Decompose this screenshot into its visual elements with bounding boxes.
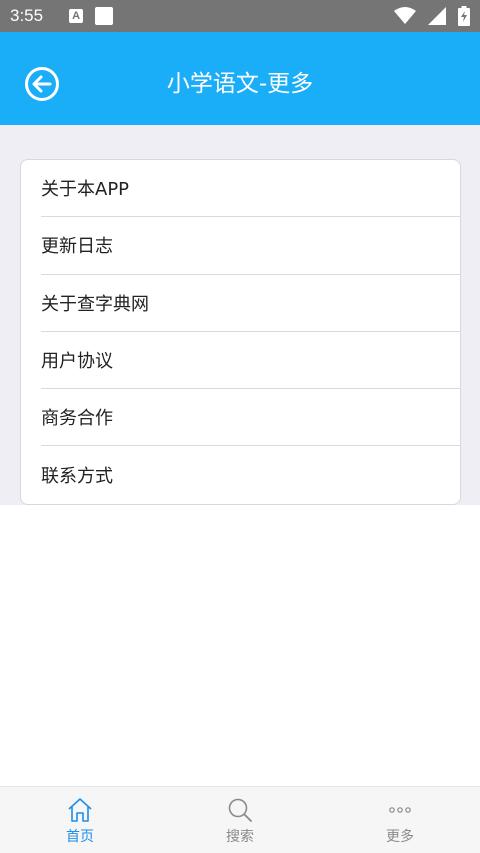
menu-item-contact[interactable]: 联系方式 xyxy=(41,446,460,503)
tab-home[interactable]: 首页 xyxy=(0,787,160,853)
menu-card: 关于本APP 更新日志 关于查字典网 用户协议 商务合作 联系方式 xyxy=(20,159,461,505)
notification-a-icon: A xyxy=(69,9,84,23)
menu-item-label: 联系方式 xyxy=(41,466,113,488)
menu-item-changelog[interactable]: 更新日志 xyxy=(41,217,460,275)
more-icon xyxy=(389,807,411,813)
tab-home-label: 首页 xyxy=(66,829,94,845)
menu-item-business[interactable]: 商务合作 xyxy=(41,389,460,447)
app-bar: 小学语文-更多 xyxy=(0,32,480,125)
search-icon xyxy=(228,798,252,822)
home-icon xyxy=(68,798,92,822)
tab-search[interactable]: 搜索 xyxy=(160,787,320,853)
menu-item-label: 用户协议 xyxy=(41,351,113,373)
wifi-icon xyxy=(394,7,416,24)
menu-item-about-site[interactable]: 关于查字典网 xyxy=(41,275,460,332)
bottom-tab-bar: 首页 搜索 更多 xyxy=(0,786,480,853)
tab-more[interactable]: 更多 xyxy=(320,787,480,853)
menu-item-user-agreement[interactable]: 用户协议 xyxy=(41,332,460,390)
battery-icon xyxy=(458,6,470,26)
menu-item-about-app[interactable]: 关于本APP xyxy=(41,160,460,218)
status-time: 3:55 xyxy=(10,6,44,25)
menu-item-label: 更新日志 xyxy=(41,236,113,258)
status-bar: 3:55 A xyxy=(0,0,480,32)
status-icons xyxy=(394,6,470,26)
menu-item-label: 关于本APP xyxy=(41,179,130,201)
signal-icon xyxy=(428,7,446,25)
menu-item-label: 关于查字典网 xyxy=(41,293,149,315)
tab-search-label: 搜索 xyxy=(226,829,254,845)
menu-item-label: 商务合作 xyxy=(41,408,113,430)
notification-square-icon xyxy=(95,7,114,25)
tab-more-label: 更多 xyxy=(386,829,414,845)
page-title: 小学语文-更多 xyxy=(166,71,314,97)
